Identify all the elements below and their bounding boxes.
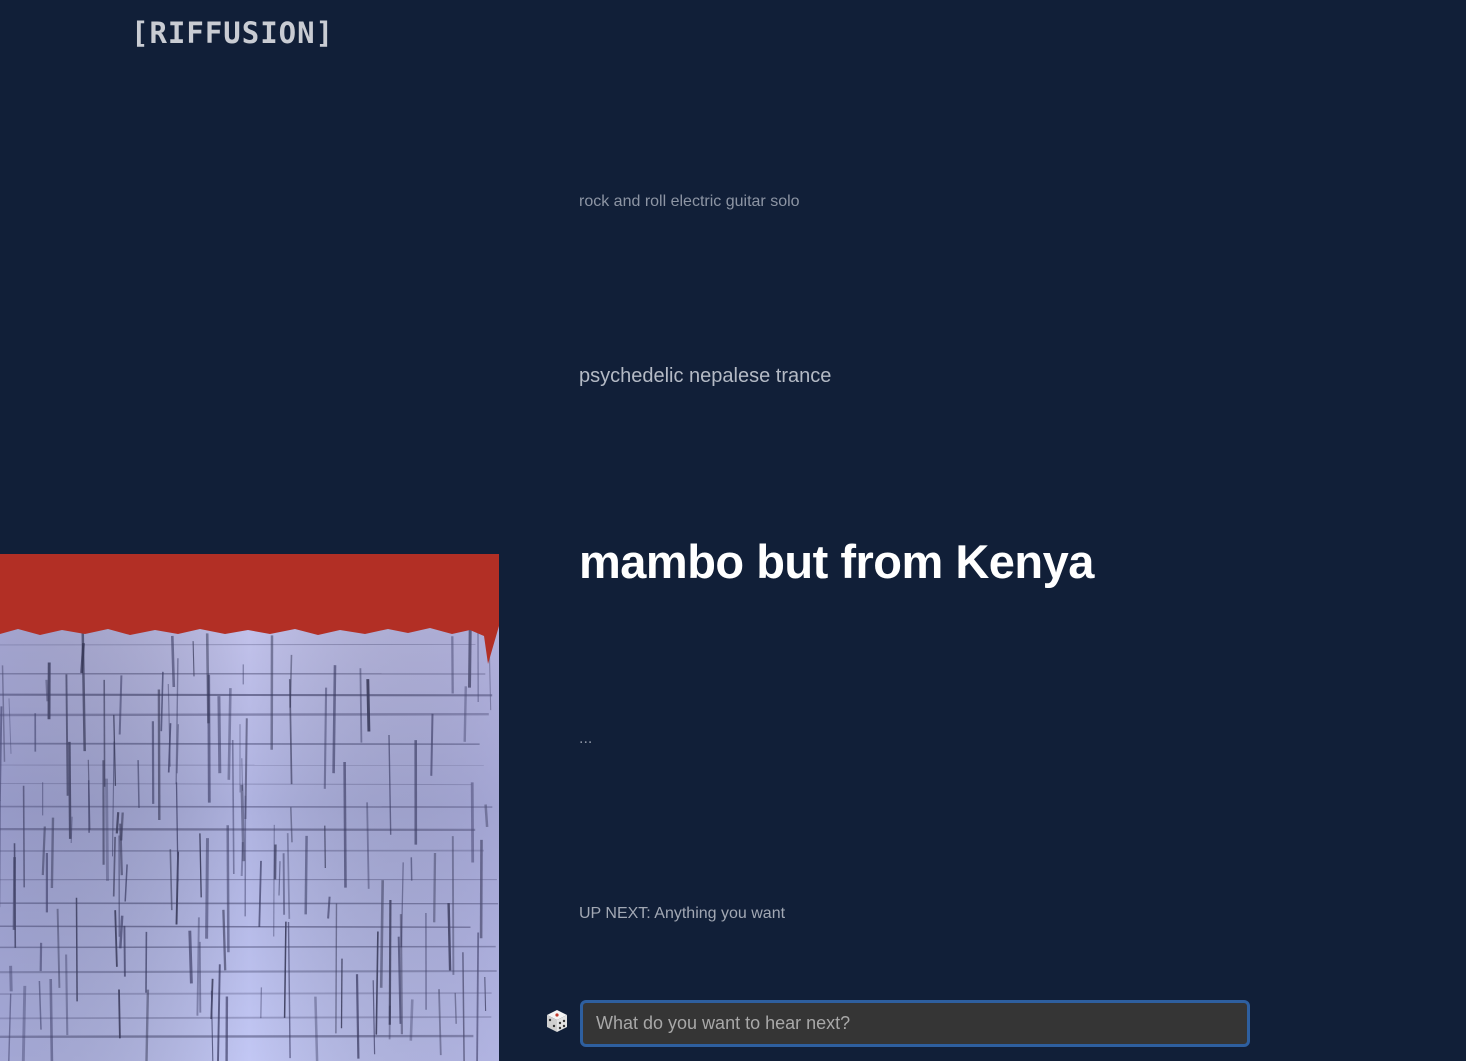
previous-prompt: rock and roll electric guitar solo [579,193,800,210]
riffusion-page: [RIFFUSION] rock and roll electric guita… [0,0,1466,1061]
current-prompt: mambo but from Kenya [579,535,1094,588]
previous-prompt: psychedelic nepalese trance [579,365,832,387]
pending-prompt: ... [579,730,593,747]
up-next-label: UP NEXT: Anything you want [579,905,786,922]
dice-icon[interactable] [545,1009,569,1033]
spectrogram-visualization [0,554,499,1061]
riffusion-logo[interactable]: [RIFFUSION] [131,16,334,50]
next-prompt-input[interactable] [580,1000,1250,1047]
